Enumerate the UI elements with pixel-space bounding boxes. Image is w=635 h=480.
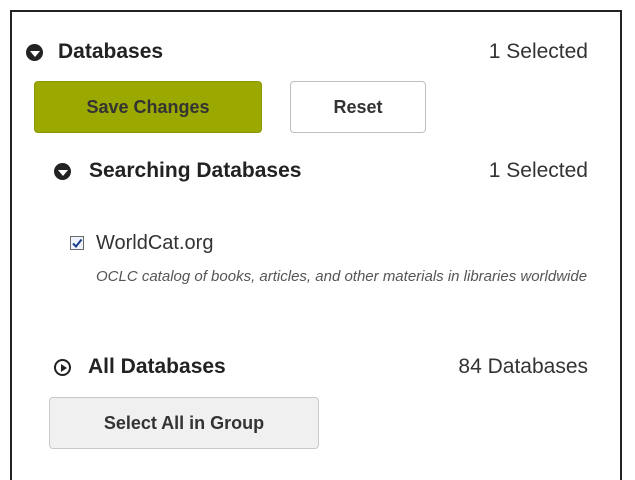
reset-button[interactable]: Reset bbox=[290, 81, 426, 133]
all-databases-count: 84 Databases bbox=[458, 355, 588, 378]
chevron-down-icon[interactable] bbox=[26, 44, 43, 61]
searching-selected-count: 1 Selected bbox=[488, 159, 588, 182]
databases-panel: Databases 1 Selected Save Changes Reset … bbox=[10, 10, 622, 480]
save-changes-button[interactable]: Save Changes bbox=[34, 81, 262, 133]
databases-selected-count: 1 Selected bbox=[488, 40, 588, 63]
worldcat-description: OCLC catalog of books, articles, and oth… bbox=[96, 268, 588, 285]
chevron-right-icon[interactable] bbox=[54, 359, 71, 376]
databases-heading[interactable]: Databases bbox=[58, 40, 163, 64]
chevron-down-icon[interactable] bbox=[54, 163, 71, 180]
searching-databases-heading[interactable]: Searching Databases bbox=[89, 159, 301, 183]
worldcat-checkbox[interactable] bbox=[70, 236, 84, 250]
worldcat-label[interactable]: WorldCat.org bbox=[96, 232, 213, 255]
database-list-item bbox=[70, 236, 84, 250]
select-all-in-group-button[interactable]: Select All in Group bbox=[49, 397, 319, 449]
checkmark-icon bbox=[72, 238, 83, 249]
all-databases-heading[interactable]: All Databases bbox=[88, 355, 226, 379]
